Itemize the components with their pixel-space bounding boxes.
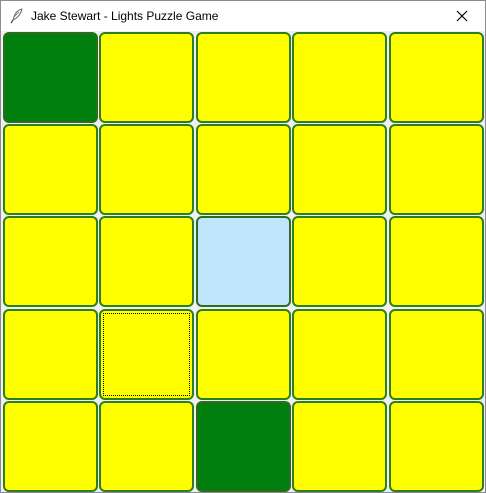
light-cell-r4-c3-off[interactable] (196, 309, 291, 400)
light-cell-r1-c2-off[interactable] (99, 32, 194, 123)
light-cell-r5-c5-off[interactable] (389, 401, 484, 492)
light-cell-r5-c4-off[interactable] (292, 401, 387, 492)
light-cell-r3-c1-off[interactable] (3, 216, 98, 307)
light-cell-r4-c4-off[interactable] (292, 309, 387, 400)
light-cell-r4-c1-off[interactable] (3, 309, 98, 400)
feather-pen-icon (9, 8, 25, 24)
light-cell-r2-c2-off[interactable] (99, 124, 194, 215)
close-button[interactable] (439, 1, 485, 31)
light-cell-r4-c5-off[interactable] (389, 309, 484, 400)
light-cell-r3-c4-off[interactable] (292, 216, 387, 307)
light-cell-r5-c2-off[interactable] (99, 401, 194, 492)
game-window: Jake Stewart - Lights Puzzle Game (0, 0, 486, 493)
light-cell-r4-c2-off[interactable] (99, 309, 194, 400)
light-cell-r2-c3-off[interactable] (196, 124, 291, 215)
light-cell-r2-c1-off[interactable] (3, 124, 98, 215)
light-cell-r2-c4-off[interactable] (292, 124, 387, 215)
light-cell-r3-c3-hover[interactable] (196, 216, 291, 307)
close-icon (456, 10, 468, 22)
light-cell-r2-c5-off[interactable] (389, 124, 484, 215)
focus-indicator (103, 313, 190, 396)
light-cell-r5-c1-off[interactable] (3, 401, 98, 492)
light-cell-r1-c1-on[interactable] (3, 32, 98, 123)
light-cell-r3-c2-off[interactable] (99, 216, 194, 307)
light-cell-r1-c3-off[interactable] (196, 32, 291, 123)
title-bar[interactable]: Jake Stewart - Lights Puzzle Game (1, 1, 485, 31)
light-cell-r3-c5-off[interactable] (389, 216, 484, 307)
light-grid (1, 31, 485, 492)
window-title: Jake Stewart - Lights Puzzle Game (31, 9, 219, 23)
light-cell-r1-c5-off[interactable] (389, 32, 484, 123)
light-cell-r5-c3-on[interactable] (196, 401, 291, 492)
light-cell-r1-c4-off[interactable] (292, 32, 387, 123)
